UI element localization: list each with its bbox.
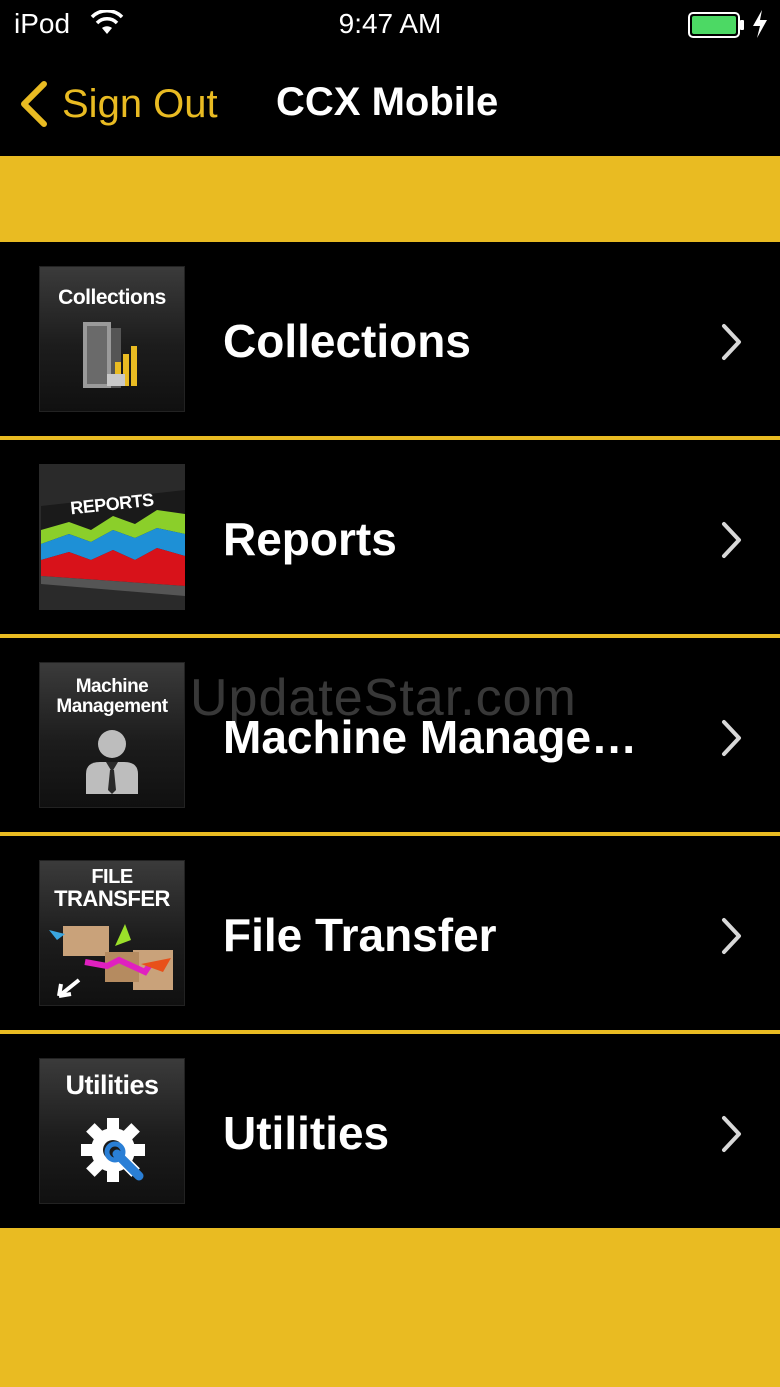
menu-item-collections[interactable]: Collections Collections — [0, 242, 780, 440]
collections-icon: Collections — [39, 266, 185, 412]
reports-icon: REPORTS — [39, 464, 185, 610]
menu-item-label: File Transfer — [223, 909, 497, 961]
menu-item-file-transfer[interactable]: FILE TRANSFER File Transfer — [0, 836, 780, 1034]
menu-item-reports[interactable]: REPORTS Reports — [0, 440, 780, 638]
sign-out-button[interactable]: Sign Out — [18, 76, 218, 132]
icon-caption-line2: TRANSFER — [54, 886, 170, 911]
navigation-bar: Sign Out CCX Mobile — [0, 52, 780, 156]
page-title: CCX Mobile — [276, 80, 499, 124]
menu-item-label: Reports — [223, 513, 397, 565]
footer-band — [0, 1228, 780, 1387]
menu-item-utilities[interactable]: Utilities Utilities — [0, 1034, 780, 1232]
machine-management-icon: Machine Management — [39, 662, 185, 808]
sign-out-label: Sign Out — [62, 81, 218, 126]
file-transfer-icon: FILE TRANSFER — [39, 860, 185, 1006]
chevron-right-icon — [722, 720, 741, 756]
icon-caption-line1: Machine — [75, 676, 149, 697]
chevron-right-icon — [722, 324, 741, 360]
icon-caption-line2: Management — [56, 696, 168, 717]
chevron-left-icon — [21, 81, 47, 127]
menu-item-label: Machine Manage… — [223, 711, 638, 763]
icon-caption: Collections — [58, 286, 166, 309]
menu-item-machine-management[interactable]: Machine Management Machine Manage… — [0, 638, 780, 836]
status-bar: iPod 9:47 AM — [0, 0, 780, 52]
header-band — [0, 156, 780, 242]
utilities-icon: Utilities — [39, 1058, 185, 1204]
menu-list: Collections Collections REPORTS Reports … — [0, 242, 780, 1232]
battery-icon — [688, 12, 746, 43]
menu-item-label: Collections — [223, 315, 471, 367]
icon-caption: Utilities — [65, 1070, 159, 1100]
chevron-right-icon — [722, 522, 741, 558]
chevron-right-icon — [722, 1116, 741, 1152]
chevron-right-icon — [722, 918, 741, 954]
menu-item-label: Utilities — [223, 1107, 390, 1159]
clock: 9:47 AM — [338, 8, 442, 39]
charging-icon — [750, 8, 770, 45]
